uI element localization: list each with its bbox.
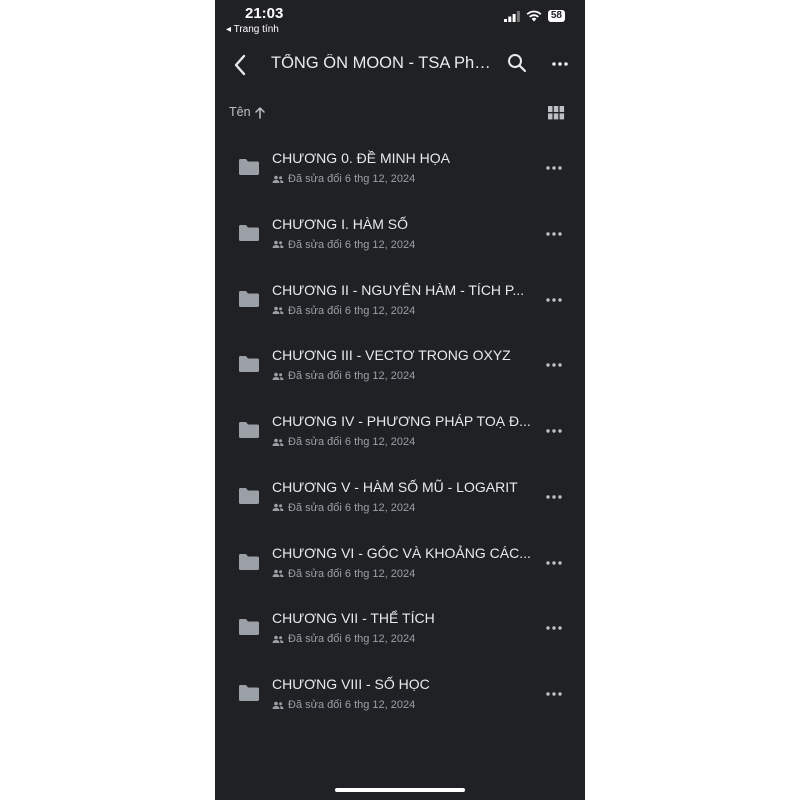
folder-icon [239, 356, 259, 373]
folder-list-item[interactable]: CHƯƠNG VI - GÓC VÀ KHOẢNG CÁC... Đã sửa … [215, 532, 585, 598]
more-horizontal-icon [546, 232, 562, 236]
folder-icon [239, 685, 259, 701]
modified-date: Đã sửa đổi 6 thg 12, 2024 [288, 370, 416, 383]
more-horizontal-icon [546, 166, 562, 170]
more-horizontal-icon [552, 62, 568, 66]
folder-icon [239, 224, 259, 241]
search-icon [508, 54, 527, 73]
status-back-app-link[interactable]: ◂ Trang tính [226, 24, 279, 35]
modified-date: Đã sửa đổi 6 thg 12, 2024 [288, 501, 416, 514]
folder-list-item[interactable]: CHƯƠNG IV - PHƯƠNG PHÁP TOẠ Đ... Đã sửa … [215, 400, 585, 466]
folder-meta: Đã sửa đổi 6 thg 12, 2024 [272, 436, 415, 448]
more-horizontal-icon [546, 626, 562, 630]
folder-icon [239, 553, 259, 570]
more-horizontal-icon [546, 560, 562, 565]
back-button[interactable] [225, 50, 255, 80]
chevron-left-icon [234, 54, 246, 76]
page-title: TỔNG ÔN MOON - TSA Phầ... [271, 54, 496, 72]
folder-list-item[interactable]: CHƯƠNG VII - THỂ TÍCH Đã sửa đổi 6 thg 1… [215, 597, 585, 663]
modified-date: Đã sửa đổi 6 thg 12, 2024 [288, 699, 416, 711]
battery-indicator: 58 [547, 10, 565, 22]
modified-date: Đã sửa đổi 6 thg 12, 2024 [288, 238, 416, 251]
modified-date: Đã sửa đổi 6 thg 12, 2024 [288, 304, 416, 317]
folder-icon [239, 159, 259, 175]
modified-date: Đã sửa đổi 6 thg 12, 2024 [288, 436, 416, 448]
more-horizontal-icon [546, 297, 562, 302]
file-list: CHƯƠNG 0. ĐỀ MINH HỌA Đã sửa đổi 6 thg 1… [215, 137, 585, 729]
grid-view-icon [548, 106, 565, 120]
folder-name: CHƯƠNG 0. ĐỀ MINH HỌA [272, 150, 450, 166]
folder-meta: Đã sửa đổi 6 thg 12, 2024 [272, 568, 415, 580]
folder-name: CHƯƠNG III - VECTƠ TRONG OXYZ [272, 347, 511, 364]
item-more-options-button[interactable] [543, 490, 565, 502]
folder-icon [239, 619, 259, 636]
more-options-button[interactable] [549, 54, 571, 74]
folder-list-item[interactable]: CHƯƠNG I. HÀM SỐ Đã sửa đổi 6 thg 12, 20… [215, 203, 585, 269]
shared-people-icon [272, 372, 284, 380]
folder-name: CHƯƠNG VII - THỂ TÍCH [272, 610, 435, 627]
item-more-options-button[interactable] [543, 161, 565, 173]
wifi-icon [526, 10, 542, 22]
folder-icon [239, 290, 259, 307]
item-more-options-button[interactable] [543, 621, 565, 633]
folder-meta: Đã sửa đổi 6 thg 12, 2024 [272, 699, 415, 711]
more-horizontal-icon [546, 363, 562, 367]
modified-date: Đã sửa đổi 6 thg 12, 2024 [288, 173, 416, 185]
more-horizontal-icon [546, 692, 562, 696]
modified-date: Đã sửa đổi 6 thg 12, 2024 [288, 633, 416, 646]
shared-people-icon [272, 175, 284, 183]
folder-icon [239, 422, 259, 438]
search-button[interactable] [506, 52, 528, 74]
arrow-up-icon [254, 106, 265, 119]
shared-people-icon [272, 569, 284, 577]
modified-date: Đã sửa đổi 6 thg 12, 2024 [288, 567, 416, 580]
folder-meta: Đã sửa đổi 6 thg 12, 2024 [272, 239, 415, 251]
folder-name: CHƯƠNG IV - PHƯƠNG PHÁP TOẠ Đ... [272, 413, 531, 429]
folder-name: CHƯƠNG II - NGUYÊN HÀM - TÍCH P... [272, 281, 525, 298]
shared-people-icon [272, 635, 284, 643]
folder-meta: Đã sửa đổi 6 thg 12, 2024 [272, 305, 415, 317]
folder-name: CHƯƠNG VI - GÓC VÀ KHOẢNG CÁC... [272, 544, 531, 561]
shared-people-icon [272, 241, 284, 249]
item-more-options-button[interactable] [543, 358, 565, 370]
item-more-options-button[interactable] [543, 556, 565, 568]
more-horizontal-icon [546, 495, 562, 499]
item-more-options-button[interactable] [543, 293, 565, 305]
sort-label: Tên [229, 105, 251, 119]
phone-screen: 21:03 ◂ Trang tính 58 TỔNG ÔN MOON - TSA… [215, 0, 585, 800]
signal-icon [503, 10, 520, 22]
item-more-options-button[interactable] [543, 687, 565, 699]
folder-meta: Đã sửa đổi 6 thg 12, 2024 [272, 633, 415, 645]
folder-icon [239, 487, 259, 504]
folder-list-item[interactable]: CHƯƠNG 0. ĐỀ MINH HỌA Đã sửa đổi 6 thg 1… [215, 137, 585, 203]
folder-list-item[interactable]: CHƯƠNG VIII - SỐ HỌC Đã sửa đổi 6 thg 12… [215, 663, 585, 729]
more-horizontal-icon [546, 429, 562, 433]
folder-list-item[interactable]: CHƯƠNG II - NGUYÊN HÀM - TÍCH P... Đã sử… [215, 269, 585, 335]
home-indicator[interactable] [335, 788, 465, 792]
status-time: 21:03 [245, 5, 284, 22]
folder-list-item[interactable]: CHƯƠNG V - HÀM SỐ MŨ - LOGARIT Đã sửa đổ… [215, 466, 585, 532]
item-more-options-button[interactable] [543, 227, 565, 239]
folder-list-item[interactable]: CHƯƠNG III - VECTƠ TRONG OXYZ Đã sửa đổi… [215, 334, 585, 400]
status-indicators: 58 [503, 10, 565, 22]
shared-people-icon [272, 438, 284, 446]
shared-people-icon [272, 701, 284, 709]
folder-meta: Đã sửa đổi 6 thg 12, 2024 [272, 370, 415, 382]
folder-name: CHƯƠNG VIII - SỐ HỌC [272, 676, 430, 692]
sort-button[interactable]: Tên [229, 105, 266, 119]
folder-name: CHƯƠNG V - HÀM SỐ MŨ - LOGARIT [272, 478, 518, 495]
folder-meta: Đã sửa đổi 6 thg 12, 2024 [272, 173, 415, 185]
folder-name: CHƯƠNG I. HÀM SỐ [272, 215, 408, 232]
shared-people-icon [272, 504, 284, 512]
grid-view-button[interactable] [546, 104, 566, 122]
item-more-options-button[interactable] [543, 424, 565, 436]
folder-meta: Đã sửa đổi 6 thg 12, 2024 [272, 502, 415, 514]
shared-people-icon [272, 306, 284, 314]
